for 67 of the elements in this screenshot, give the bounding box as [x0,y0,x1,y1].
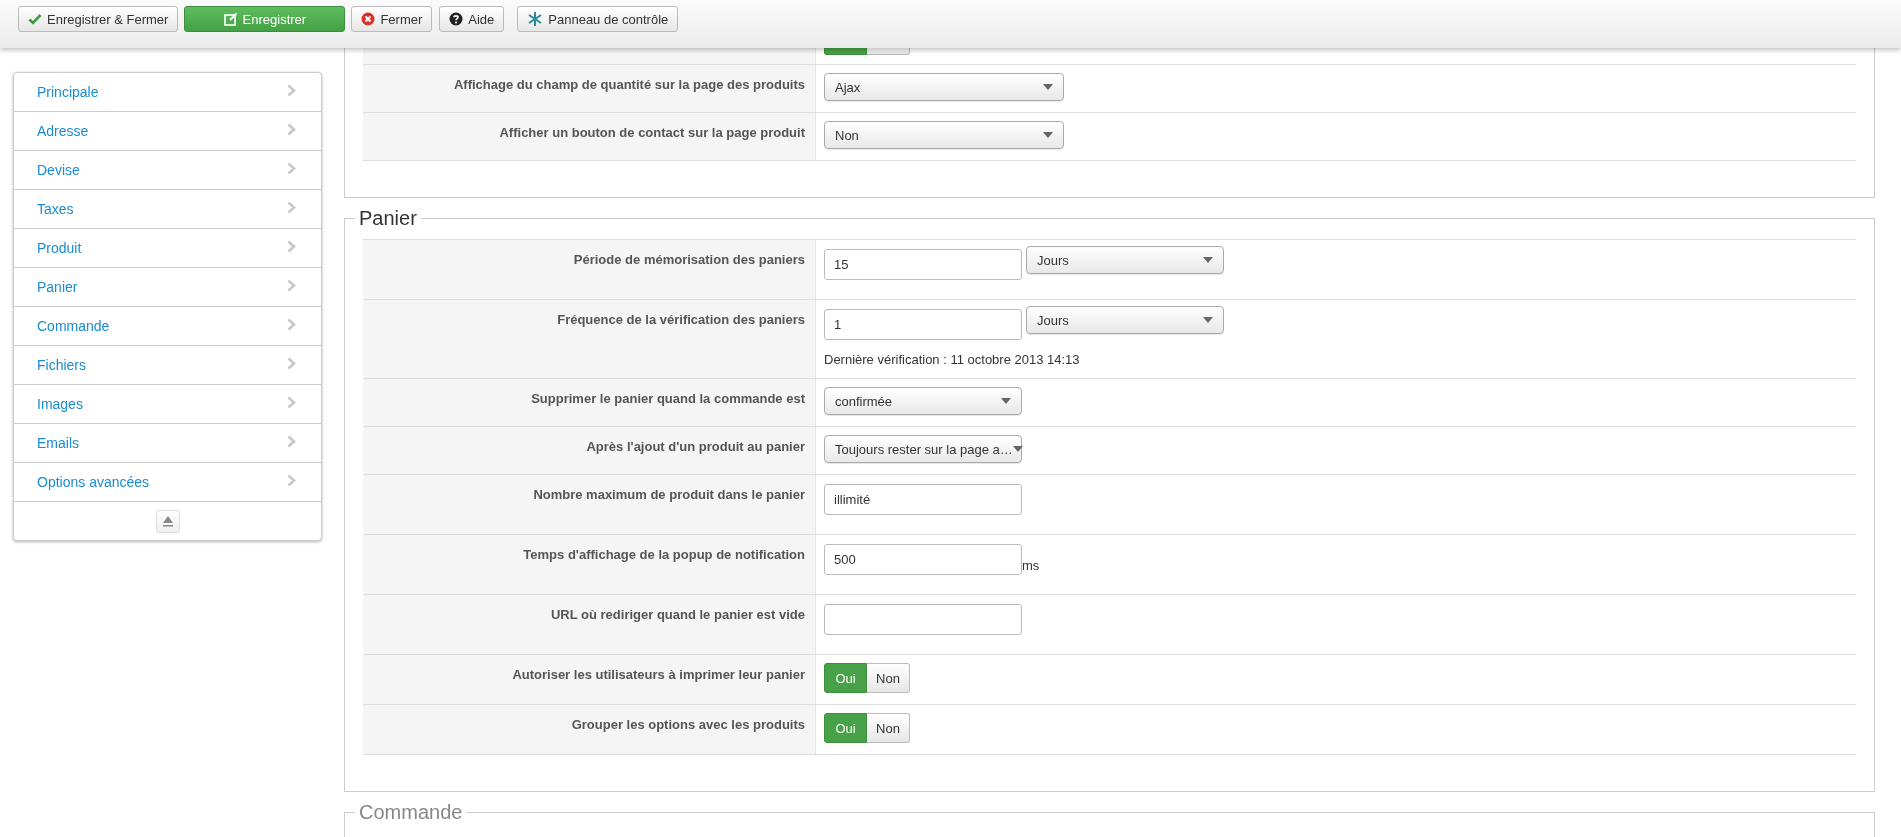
caret-down-icon [1012,446,1023,452]
unit-label: ms [1022,558,1040,573]
chevron-right-icon [287,473,296,487]
chevron-right-icon [287,395,296,409]
toggle-option[interactable] [867,48,910,55]
field-label: Temps d'affichage de la popup de notification [363,535,816,594]
chevron-right-icon [287,122,296,136]
caret-down-icon [1001,398,1011,404]
field-label: Afficher un bouton de contact sur la page produit [363,113,816,160]
field-label: Grouper les options avec les produits [363,705,816,754]
chevron-right-icon [287,200,296,214]
toolbar-button[interactable]: Aide [439,6,505,32]
dropdown[interactable]: confirmée [824,387,1022,415]
input-field[interactable]: 15 [824,249,1022,280]
dropdown[interactable]: Ajax [824,73,1064,101]
input-field[interactable]: illimité [824,484,1022,515]
chevron-right-icon [287,317,296,331]
toggle-option[interactable]: Non [867,713,910,743]
check-icon [28,13,42,25]
caret-down-icon [1043,132,1053,138]
toolbar-button[interactable]: Panneau de contrôle [517,6,679,32]
chevron-right-icon [287,161,296,175]
field-label: Fréquence de la vérification des paniers [363,300,816,378]
field-label: Période de mémorisation des paniers [363,240,816,299]
chevron-right-icon [287,239,296,253]
sidebar-item[interactable]: Adresse [14,112,321,151]
chevron-right-icon [287,434,296,448]
sidebar-item[interactable]: Images [14,385,321,424]
collapse-button[interactable] [155,509,180,533]
field-label: Nombre maximum de produit dans le panier [363,475,816,534]
eject-icon [161,515,174,527]
chevron-right-icon [287,83,296,97]
dropdown[interactable]: Non [824,121,1064,149]
field-label: Autoriser les utilisateurs à imprimer leur panier [363,655,816,704]
chevron-right-icon [287,278,296,292]
caret-down-icon [1043,84,1053,90]
field-label: Supprimer le panier quand la commande est [363,379,816,426]
sidebar-item[interactable]: Options avancées [14,463,321,502]
field-label: Affichage du champ de quantité sur la page des produits [363,65,816,112]
input-field[interactable] [824,604,1022,635]
dropdown[interactable]: Jours [1026,246,1224,274]
toggle-option[interactable]: Non [867,663,910,693]
caret-down-icon [1203,317,1213,323]
sidebar-item[interactable]: Produit [14,229,321,268]
input-field[interactable]: 500 [824,544,1022,575]
toolbar-button[interactable]: Fermer [351,6,433,32]
toolbar-button[interactable]: Enregistrer & Fermer [18,6,179,32]
asterisk-icon [527,11,544,27]
last-check-text: Dernière vérification : 11 octobre 2013 14:13 [824,352,1081,367]
field-label: URL où rediriger quand le panier est vide [363,595,816,654]
sidebar-item[interactable]: Commande [14,307,321,346]
sidebar-item[interactable]: Emails [14,424,321,463]
sidebar-item[interactable]: Taxes [14,190,321,229]
sidebar-item[interactable]: Devise [14,151,321,190]
dropdown[interactable]: Toujours rester sur la page a… [824,435,1022,463]
field-label: Après l'ajout d'un produit au panier [363,427,816,474]
caret-down-icon [1203,257,1213,263]
sidebar-item[interactable]: Fichiers [14,346,321,385]
sidebar-item[interactable]: Principale [14,73,321,112]
chevron-right-icon [287,356,296,370]
dropdown[interactable]: Jours [1026,306,1224,334]
help-icon [449,12,464,26]
edit-icon [223,12,238,26]
sidebar-item[interactable]: Panier [14,268,321,307]
input-field[interactable]: 1 [824,309,1022,340]
toggle-option[interactable] [824,48,867,55]
close-icon [361,12,376,26]
